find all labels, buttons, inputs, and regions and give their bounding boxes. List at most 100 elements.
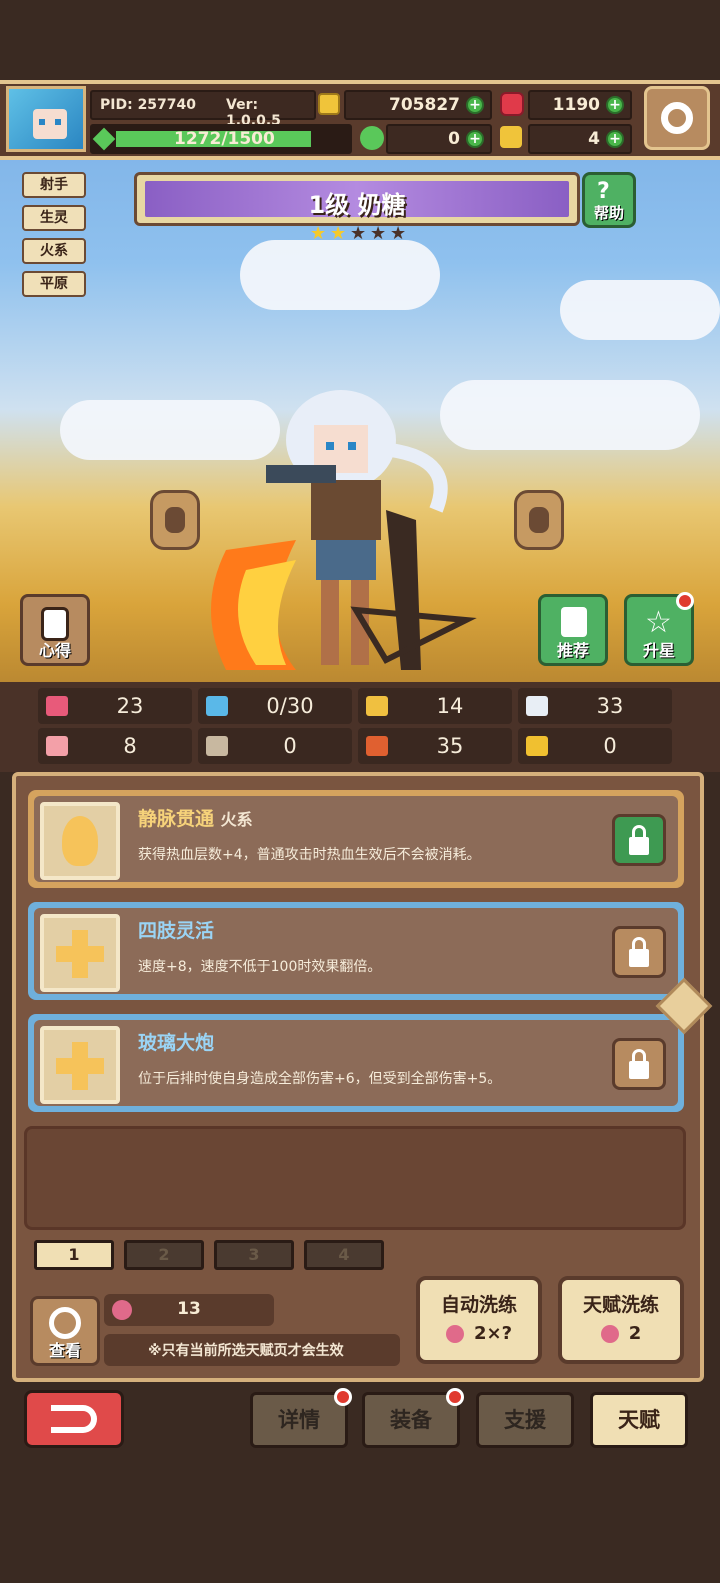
fruit-icon	[600, 1325, 619, 1343]
note-pill: ※只有当前所选天赋页才会生效	[104, 1334, 400, 1366]
fruit-count-pill: 13	[104, 1294, 274, 1326]
xp-text: 1272/1500	[174, 129, 275, 149]
talent-card[interactable]: 四肢灵活 速度+8，速度不低于100时效果翻倍。	[28, 902, 684, 1000]
stat-shield[interactable]: 14	[358, 688, 512, 724]
cross-icon	[40, 1026, 120, 1104]
talent-card[interactable]: 静脉贯通 火系 获得热血层数+4，普通攻击时热血生效后不会被消耗。	[28, 790, 684, 888]
hero-name-banner: 1级 奶糖	[134, 172, 580, 226]
help-label: 帮助	[593, 204, 624, 222]
shield-icon	[366, 696, 388, 716]
hero-sprite-art	[211, 390, 477, 670]
lock-toggle-unlocked[interactable]	[612, 926, 666, 978]
add-gold-button[interactable]: +	[466, 96, 484, 114]
stat-mana-drop[interactable]: 0/30	[198, 688, 352, 724]
mana-drop-icon	[206, 696, 228, 716]
key-pill: 4 +	[528, 124, 632, 154]
stat-fist[interactable]: 8	[38, 728, 192, 764]
tag-terrain[interactable]: 平原	[22, 271, 86, 297]
talent-description: 速度+8，速度不低于100时效果翻倍。	[138, 959, 382, 975]
view-button[interactable]: 查看	[30, 1296, 100, 1366]
star-up-label: 升星	[642, 641, 675, 660]
nav-talent-button[interactable]: 天赋	[590, 1392, 688, 1448]
hero-level-name: 1级 奶糖	[308, 191, 406, 219]
stat-value: 8	[123, 734, 137, 758]
talent-page-tab-1[interactable]: 1	[34, 1240, 114, 1270]
help-button[interactable]: ? 帮助	[582, 172, 636, 228]
stat-value: 35	[436, 734, 464, 758]
prev-hero-arrow[interactable]	[150, 490, 200, 550]
stat-speed-wing[interactable]: 33	[518, 688, 672, 724]
hero-star-rating: ★ ★ ★ ★ ★	[310, 224, 410, 246]
question-icon: ?	[597, 179, 610, 204]
arrow-left-icon	[165, 507, 185, 533]
talent-description: 位于后排时使自身造成全部伤害+6，但受到全部伤害+5。	[138, 1071, 502, 1087]
magnifier-icon	[49, 1307, 81, 1339]
gear-icon	[661, 102, 693, 134]
nav-equip-button[interactable]: 装备	[362, 1392, 460, 1448]
xp-gem-icon	[92, 127, 116, 151]
horseshoe-icon	[526, 736, 548, 756]
gold-pill: 705827 +	[344, 90, 492, 120]
back-button[interactable]	[24, 1390, 124, 1448]
fist-icon	[46, 736, 68, 756]
fruit-count: 13	[177, 1299, 201, 1319]
cloud	[560, 280, 720, 340]
insight-button[interactable]: 心得	[20, 594, 90, 666]
next-hero-arrow[interactable]	[514, 490, 564, 550]
star-empty-icon: ★	[390, 223, 407, 244]
crit-icon	[366, 736, 388, 756]
clover-amount: 0	[448, 129, 460, 149]
clover-icon	[360, 126, 384, 150]
player-avatar[interactable]	[6, 86, 86, 152]
star-filled-icon: ★	[310, 223, 327, 244]
star-empty-icon: ★	[350, 223, 367, 244]
stat-value: 0/30	[266, 694, 314, 718]
back-arrow-icon	[51, 1405, 97, 1433]
cloud	[240, 240, 440, 310]
thumbs-up-icon	[561, 607, 587, 637]
auto-refine-label: 自动洗练	[440, 1294, 517, 1316]
stat-horseshoe[interactable]: 0	[518, 728, 672, 764]
talent-refine-button[interactable]: 天赋洗练 2	[558, 1276, 684, 1364]
talent-refine-label: 天赋洗练	[582, 1294, 659, 1316]
star-filled-icon: ★	[330, 223, 347, 244]
talent-page-tab-2[interactable]: 2	[124, 1240, 204, 1270]
star-icon: ☆	[645, 605, 672, 640]
nav-support-button[interactable]: 支援	[476, 1392, 574, 1448]
stat-value: 33	[596, 694, 624, 718]
talent-page-note: ※只有当前所选天赋页才会生效	[148, 1343, 344, 1359]
tag-element[interactable]: 火系	[22, 238, 86, 264]
lock-toggle-locked[interactable]	[612, 814, 666, 866]
auto-refine-cost: 2×?	[473, 1323, 513, 1344]
stat-book[interactable]: 0	[198, 728, 352, 764]
scroll-icon	[41, 607, 69, 641]
gem-amount: 1190	[552, 95, 600, 115]
nav-details-button[interactable]: 详情	[250, 1392, 348, 1448]
settings-button[interactable]	[644, 86, 710, 150]
auto-refine-button[interactable]: 自动洗练 2×?	[416, 1276, 542, 1364]
add-clover-button[interactable]: +	[466, 130, 484, 148]
tag-race[interactable]: 生灵	[22, 205, 86, 231]
lock-icon	[629, 837, 649, 855]
talent-description: 获得热血层数+4，普通攻击时热血生效后不会被消耗。	[138, 847, 481, 863]
tag-class[interactable]: 射手	[22, 172, 86, 198]
gold-coin-icon	[318, 93, 340, 115]
talent-title: 四肢灵活	[138, 920, 215, 942]
add-key-button[interactable]: +	[606, 130, 624, 148]
talent-page-tab-3[interactable]: 3	[214, 1240, 294, 1270]
player-id: PID: 257740	[100, 97, 197, 113]
lock-toggle-unlocked[interactable]	[612, 1038, 666, 1090]
recommend-button[interactable]: 推荐	[538, 594, 608, 666]
add-gem-button[interactable]: +	[606, 96, 624, 114]
stat-value: 14	[436, 694, 464, 718]
stat-heart[interactable]: 23	[38, 688, 192, 724]
view-label: 查看	[48, 1341, 81, 1360]
star-up-notification-dot	[676, 592, 694, 610]
stat-crit[interactable]: 35	[358, 728, 512, 764]
details-notification-dot	[334, 1388, 352, 1406]
gem-pill: 1190 +	[528, 90, 632, 120]
talent-card[interactable]: 玻璃大炮 位于后排时使自身造成全部伤害+6，但受到全部伤害+5。	[28, 1014, 684, 1112]
recommend-label: 推荐	[556, 641, 589, 660]
talent-page-tab-4[interactable]: 4	[304, 1240, 384, 1270]
equip-notification-dot	[446, 1388, 464, 1406]
